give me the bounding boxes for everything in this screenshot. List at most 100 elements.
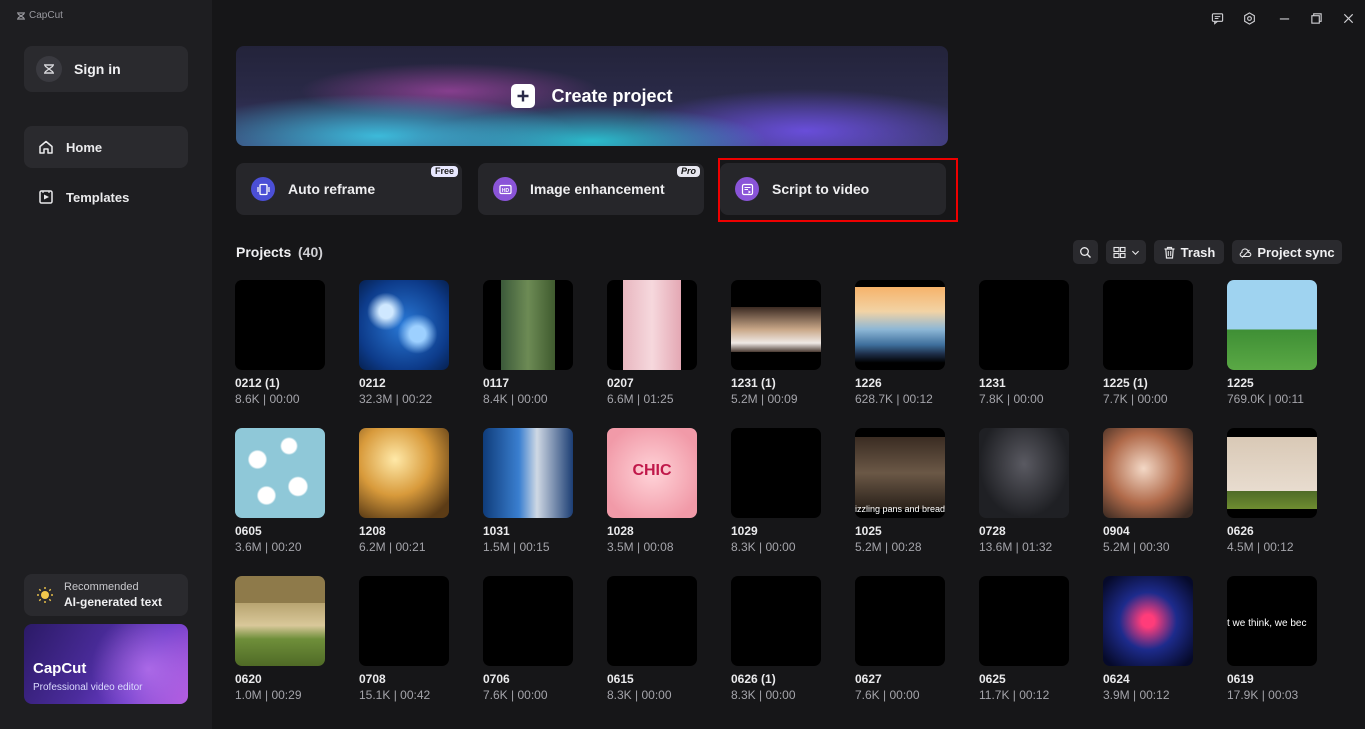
project-thumbnail[interactable] [1103, 576, 1193, 666]
project-card[interactable]: 1225 769.0K | 00:11 [1227, 280, 1317, 406]
project-meta: 11.7K | 00:12 [979, 688, 1050, 702]
project-thumbnail[interactable] [979, 428, 1069, 518]
project-thumbnail[interactable] [731, 280, 821, 370]
recommended-title: AI-generated text [64, 595, 163, 609]
project-meta: 8.3K | 00:00 [731, 540, 796, 554]
project-thumbnail[interactable] [1103, 428, 1193, 518]
project-card[interactable]: 0624 3.9M | 00:12 [1103, 576, 1193, 702]
templates-icon [39, 190, 53, 204]
project-meta: 3.6M | 00:20 [235, 540, 302, 554]
lightbulb-icon [37, 587, 53, 603]
project-thumbnail[interactable] [359, 576, 449, 666]
project-card[interactable]: 1225 (1) 7.7K | 00:00 [1103, 280, 1193, 406]
project-card[interactable]: 0212 (1) 8.6K | 00:00 [235, 280, 325, 406]
feedback-button[interactable] [1207, 8, 1227, 28]
project-thumbnail[interactable] [855, 280, 945, 370]
project-name: 0626 [1227, 524, 1254, 538]
project-card[interactable]: 0626 (1) 8.3K | 00:00 [731, 576, 821, 702]
project-card[interactable]: 0615 8.3K | 00:00 [607, 576, 697, 702]
project-thumbnail[interactable] [483, 428, 573, 518]
project-meta: 5.2M | 00:09 [731, 392, 798, 406]
capcut-logo-icon [44, 64, 54, 74]
chevron-down-icon [1131, 250, 1139, 255]
auto-reframe-label: Auto reframe [288, 181, 376, 197]
project-meta: 3.5M | 00:08 [607, 540, 674, 554]
project-card[interactable]: 0117 8.4K | 00:00 [483, 280, 573, 406]
image-enhancement-label: Image enhancement [530, 181, 665, 197]
project-meta: 15.1K | 00:42 [359, 688, 431, 702]
project-card[interactable]: 0626 4.5M | 00:12 [1227, 428, 1317, 554]
project-card[interactable]: 0728 13.6M | 01:32 [979, 428, 1069, 554]
settings-button[interactable] [1239, 8, 1259, 28]
project-name: 0625 [979, 672, 1006, 686]
search-button[interactable] [1073, 240, 1098, 264]
maximize-button[interactable] [1306, 8, 1326, 28]
project-thumbnail[interactable] [855, 576, 945, 666]
project-card[interactable]: 0620 1.0M | 00:29 [235, 576, 325, 702]
minimize-button[interactable] [1274, 8, 1294, 28]
project-card[interactable]: 1231 7.8K | 00:00 [979, 280, 1069, 406]
promo-title: CapCut [33, 660, 87, 677]
project-thumbnail[interactable] [483, 280, 573, 370]
project-card[interactable]: 0625 11.7K | 00:12 [979, 576, 1069, 702]
project-sync-button[interactable]: Project sync [1232, 240, 1342, 264]
create-project-button[interactable]: Create project [236, 46, 948, 146]
thumbnail-caption: t we think, we bec [1227, 618, 1307, 629]
promo-banner[interactable]: CapCut Professional video editor [24, 624, 188, 704]
project-card[interactable]: 1231 (1) 5.2M | 00:09 [731, 280, 821, 406]
sign-in-label: Sign in [74, 61, 121, 77]
project-meta: 8.3K | 00:00 [607, 688, 672, 702]
project-card[interactable]: 0708 15.1K | 00:42 [359, 576, 449, 702]
project-card[interactable]: 0207 6.6M | 01:25 [607, 280, 697, 406]
trash-label: Trash [1180, 244, 1216, 260]
project-name: 1231 (1) [731, 376, 776, 390]
project-card[interactable]: izzling pans and bread 1025 5.2M | 00:28 [855, 428, 945, 554]
project-thumbnail[interactable] [359, 280, 449, 370]
project-card[interactable]: 0706 7.6K | 00:00 [483, 576, 573, 702]
project-card[interactable]: 1029 8.3K | 00:00 [731, 428, 821, 554]
image-enhancement-button[interactable]: HD Image enhancement Pro [478, 163, 704, 215]
project-card[interactable]: 0904 5.2M | 00:30 [1103, 428, 1193, 554]
project-thumbnail[interactable] [1227, 280, 1317, 370]
project-thumbnail[interactable] [1227, 428, 1317, 518]
project-card[interactable]: 1208 6.2M | 00:21 [359, 428, 449, 554]
project-thumbnail[interactable]: CHIC [607, 428, 697, 518]
project-thumbnail[interactable] [235, 576, 325, 666]
project-thumbnail[interactable]: t we think, we bec [1227, 576, 1317, 666]
project-thumbnail[interactable] [359, 428, 449, 518]
project-thumbnail[interactable] [1103, 280, 1193, 370]
view-toggle-button[interactable] [1106, 240, 1146, 264]
project-name: 0624 [1103, 672, 1130, 686]
sidebar-item-home[interactable]: Home [24, 126, 188, 168]
project-card[interactable]: t we think, we bec 0619 17.9K | 00:03 [1227, 576, 1317, 702]
project-card[interactable]: 1031 1.5M | 00:15 [483, 428, 573, 554]
project-name: 1028 [607, 524, 634, 538]
project-thumbnail[interactable] [607, 576, 697, 666]
project-card[interactable]: 0605 3.6M | 00:20 [235, 428, 325, 554]
project-thumbnail[interactable] [731, 576, 821, 666]
project-card[interactable]: 0212 32.3M | 00:22 [359, 280, 449, 406]
project-thumbnail[interactable] [979, 576, 1069, 666]
project-thumbnail[interactable] [979, 280, 1069, 370]
project-thumbnail[interactable] [731, 428, 821, 518]
recommended-ai-text[interactable]: Recommended AI-generated text [24, 574, 188, 616]
sign-in-button[interactable]: Sign in [24, 46, 188, 92]
capcut-home-window: CapCut Sign in Home Templates Recommende… [0, 0, 1365, 729]
project-thumbnail[interactable] [483, 576, 573, 666]
project-thumbnail[interactable]: izzling pans and bread [855, 428, 945, 518]
auto-reframe-button[interactable]: Auto reframe Free [236, 163, 462, 215]
project-thumbnail[interactable] [235, 428, 325, 518]
project-card[interactable]: 0627 7.6K | 00:00 [855, 576, 945, 702]
project-name: 1208 [359, 524, 386, 538]
sidebar: CapCut Sign in Home Templates Recommende… [0, 0, 212, 729]
project-thumbnail[interactable] [235, 280, 325, 370]
project-name: 0207 [607, 376, 634, 390]
project-meta: 628.7K | 00:12 [855, 392, 933, 406]
project-card[interactable]: CHIC 1028 3.5M | 00:08 [607, 428, 697, 554]
search-icon [1080, 246, 1091, 258]
trash-button[interactable]: Trash [1154, 240, 1224, 264]
project-thumbnail[interactable] [607, 280, 697, 370]
project-card[interactable]: 1226 628.7K | 00:12 [855, 280, 945, 406]
sidebar-item-templates[interactable]: Templates [24, 176, 188, 218]
close-button[interactable] [1338, 8, 1358, 28]
